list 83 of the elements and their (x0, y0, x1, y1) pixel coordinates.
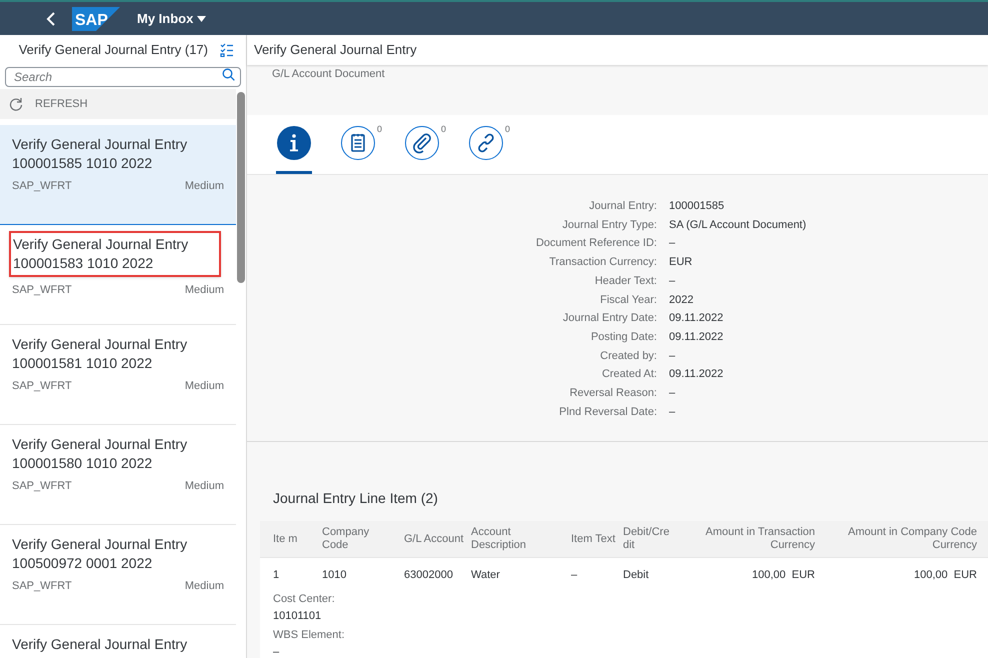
table-cell-text: – (571, 568, 578, 584)
table-title: Journal Entry Line Item (2) (272, 489, 439, 508)
item-title: Verify General Journal Entry 100001580 1010 2022 (12, 435, 188, 473)
column-header: Company Code (322, 526, 370, 552)
column-header: Debit/Cre dit (623, 526, 670, 552)
field-value: EUR (669, 255, 694, 270)
item-title: Verify General Journal Entry (12, 635, 188, 654)
list-title: Verify General Journal Entry (17) (18, 41, 208, 60)
checklist-icon[interactable] (220, 43, 234, 57)
scrollbar[interactable] (237, 92, 245, 283)
field-value: – (669, 236, 676, 252)
back-icon (46, 12, 56, 26)
item-user: SAP_WFRT (12, 479, 72, 494)
item-priority: Medium (184, 179, 224, 194)
tab-count: 0 (440, 123, 446, 136)
table-cell-text: 63002000 (404, 568, 454, 584)
item-user: SAP_WFRT (12, 283, 72, 298)
item-priority: Medium (184, 479, 224, 494)
detail-title: Verify General Journal Entry (254, 41, 417, 60)
caret-icon (197, 16, 206, 22)
table-cell-text: 100,00 EUR (913, 568, 978, 584)
table-cell-text: 1010 (322, 568, 348, 584)
item-user: SAP_WFRT (12, 179, 72, 194)
item-title: Verify General Journal Entry 100500972 0001 2022 (12, 535, 188, 573)
field-label: Cost Center: (273, 592, 336, 606)
search-icon[interactable] (222, 68, 235, 81)
highlight-box: Verify General Journal Entry 100001583 1010 2022 (9, 231, 221, 277)
item-priority: Medium (184, 379, 224, 394)
table-cell-text: 100,00 EUR (751, 568, 816, 584)
field-label: Posting Date: (590, 330, 657, 345)
field-value: – (669, 348, 676, 364)
tab-count: 0 (504, 123, 510, 136)
field-label: Transaction Currency: (548, 255, 657, 270)
item-priority: Medium (184, 283, 224, 298)
refresh-button[interactable]: REFRESH (0, 89, 236, 119)
column-header: Amount in Transaction Currency (704, 526, 816, 552)
list-item[interactable]: Verify General Journal Entry 100001585 1010 2022 SAP_WFRT Medium (0, 125, 236, 225)
subtitle: G/L Account Document (272, 67, 386, 82)
column-header: G/L Account (404, 532, 465, 546)
info-icon (277, 126, 311, 160)
field-value: – (273, 645, 280, 658)
notes-icon (341, 126, 375, 160)
field-label: Reversal Reason: (568, 386, 657, 401)
field-label: Plnd Reversal Date: (558, 404, 657, 420)
field-value: 10101101 (273, 609, 322, 624)
field-label: Document Reference ID: (534, 236, 657, 252)
field-label: Created At: (600, 367, 657, 382)
field-value: SA (G/L Account Document) (669, 218, 808, 232)
app-title-menu[interactable]: My Inbox (137, 8, 206, 28)
field-value: 09.11.2022 (669, 311, 724, 326)
field-label: Fiscal Year: (599, 292, 657, 308)
tab[interactable] (276, 126, 312, 174)
tab-count: 0 (376, 123, 382, 136)
field-value: – (669, 404, 676, 420)
item-title: Verify General Journal Entry 100001585 1010 2022 (12, 135, 188, 173)
field-value: 2022 (669, 292, 694, 308)
item-priority: Medium (184, 579, 224, 594)
field-label: Journal Entry Date: (562, 311, 657, 326)
column-header: Amount in Company Code Currency (846, 526, 978, 552)
attachments-icon (405, 126, 439, 160)
item-user: SAP_WFRT (12, 379, 72, 394)
field-value: 09.11.2022 (669, 330, 724, 345)
item-user: SAP_WFRT (12, 579, 72, 594)
field-label: Journal Entry Type: (561, 218, 657, 232)
column-header: Ite m (272, 532, 298, 546)
refresh-icon (9, 97, 23, 111)
table-cell-text: Debit (623, 568, 650, 584)
links-icon (469, 126, 503, 160)
table-cell-text: Water (471, 568, 501, 584)
field-value: – (669, 386, 676, 401)
item-title: Verify General Journal Entry 100001581 1010 2022 (12, 335, 188, 373)
field-label: Created by: (599, 348, 657, 364)
column-header: Item Text (571, 532, 616, 546)
logo: SAP (72, 6, 120, 30)
field-value: 09.11.2022 (669, 367, 724, 382)
field-label: Journal Entry: (588, 199, 657, 214)
field-value: 100001585 (669, 199, 726, 214)
column-header: Account Description (471, 526, 528, 552)
field-value: – (669, 274, 676, 289)
field-label: WBS Element: (273, 628, 346, 642)
table-cell-text: 1 (272, 568, 280, 584)
field-label: Header Text: (594, 274, 657, 289)
search-field[interactable]: Search (5, 67, 241, 87)
